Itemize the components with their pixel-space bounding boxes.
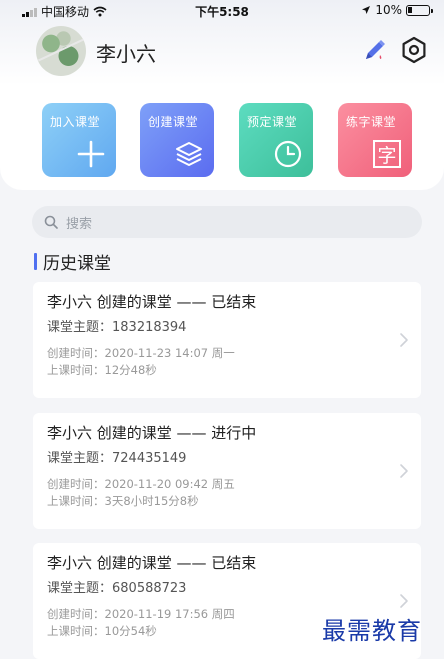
class-card-title: 李小六 创建的课堂 —— 已结束 — [47, 293, 257, 311]
create-class-button[interactable]: 创建课堂 — [140, 103, 214, 177]
class-card-duration: 上课时间：10分54秒 — [47, 624, 157, 638]
status-bar: 中国移动 下午5:58 10% — [0, 0, 444, 20]
layers-icon — [176, 142, 202, 166]
search-icon — [44, 215, 58, 229]
section-accent-bar — [34, 252, 37, 270]
class-card[interactable]: 李小六 创建的课堂 —— 已结束 课堂主题：183218394 创建时间：202… — [33, 282, 421, 398]
search-input[interactable]: 搜索 — [32, 206, 422, 238]
schedule-class-label: 预定课堂 — [247, 115, 298, 129]
watermark: 最需教育 — [322, 617, 422, 645]
class-card-topic: 课堂主题：724435149 — [47, 451, 187, 466]
section-title: 历史课堂 — [34, 250, 111, 274]
class-card-topic: 课堂主题：183218394 — [47, 320, 187, 335]
plus-icon — [77, 140, 105, 168]
class-card-topic: 课堂主题：680588723 — [47, 581, 187, 596]
section-title-text: 历史课堂 — [43, 253, 111, 274]
create-class-label: 创建课堂 — [148, 115, 199, 129]
battery-icon — [406, 4, 433, 16]
location-arrow-icon — [362, 6, 371, 14]
chevron-right-icon — [400, 333, 408, 347]
status-right: 10% — [361, 3, 433, 17]
user-name: 李小六 — [96, 42, 156, 66]
practice-class-label: 练字课堂 — [346, 115, 397, 129]
settings-icon[interactable] — [400, 36, 428, 64]
join-class-button[interactable]: 加入课堂 — [42, 103, 116, 177]
search-placeholder: 搜索 — [66, 216, 93, 232]
schedule-class-button[interactable]: 预定课堂 — [239, 103, 313, 177]
class-card-duration: 上课时间：12分48秒 — [47, 363, 157, 377]
clock-icon — [274, 140, 302, 168]
class-card-title: 李小六 创建的课堂 —— 已结束 — [47, 554, 257, 572]
class-card[interactable]: 李小六 创建的课堂 —— 进行中 课堂主题：724435149 创建时间：202… — [33, 413, 421, 529]
avatar[interactable] — [36, 26, 86, 76]
character-glyph: 字 — [377, 145, 396, 167]
battery-percent: 10% — [375, 3, 402, 17]
action-tiles: 加入课堂 创建课堂 预定课堂 练字课堂 字 — [42, 103, 412, 177]
class-card-created: 创建时间：2020-11-23 14:07 周一 — [47, 346, 235, 360]
character-icon: 字 — [373, 140, 401, 168]
practice-class-button[interactable]: 练字课堂 字 — [338, 103, 412, 177]
edit-pencil-icon[interactable] — [360, 37, 388, 65]
class-card-title: 李小六 创建的课堂 —— 进行中 — [47, 424, 257, 442]
chevron-right-icon — [400, 464, 408, 478]
join-class-label: 加入课堂 — [50, 115, 101, 129]
class-card-created: 创建时间：2020-11-20 09:42 周五 — [47, 477, 235, 491]
chevron-right-icon — [400, 594, 408, 608]
class-card-created: 创建时间：2020-11-19 17:56 周四 — [47, 607, 235, 621]
class-card-duration: 上课时间：3天8小时15分8秒 — [47, 494, 199, 508]
header-card: 中国移动 下午5:58 10% 李小六 加入课堂 创建课堂 预定课堂 练字课堂 … — [0, 0, 444, 190]
